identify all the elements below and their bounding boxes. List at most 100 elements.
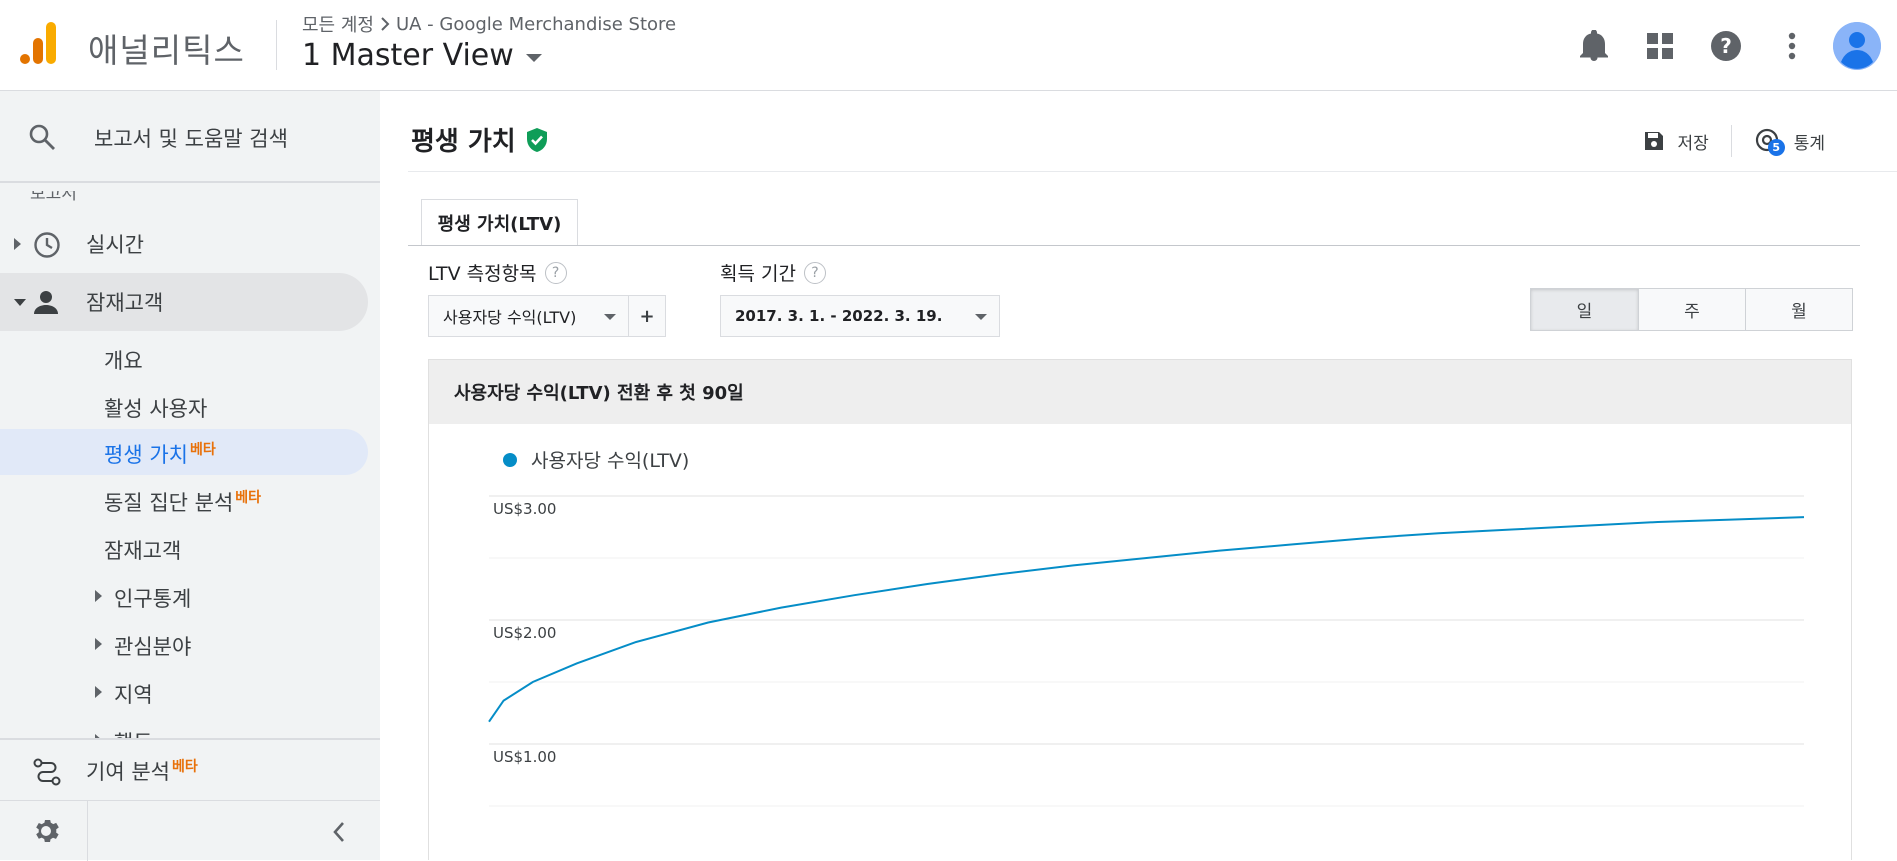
- collapse-sidebar-icon[interactable]: [332, 821, 346, 843]
- help-icon: ?: [1711, 30, 1741, 61]
- more-options-button[interactable]: [1759, 13, 1825, 79]
- ltv-metric-label-row: LTV 측정항목 ?: [428, 259, 567, 286]
- bell-icon: [1580, 29, 1608, 61]
- person-icon: [34, 291, 58, 314]
- caret-right-icon: [95, 686, 102, 698]
- sidebar-sub-label: 인구통계: [114, 587, 192, 611]
- notifications-button[interactable]: [1561, 13, 1627, 79]
- apps-button[interactable]: [1627, 13, 1693, 79]
- verified-shield-icon: [526, 127, 547, 152]
- granularity-day-button[interactable]: 일: [1531, 289, 1638, 330]
- caret-right-icon: [95, 638, 102, 650]
- granularity-month-button[interactable]: 월: [1745, 289, 1852, 330]
- sidebar-sub-interests[interactable]: 관심분야: [0, 621, 368, 667]
- sidebar-sub-label: 동질 집단 분석: [104, 491, 234, 515]
- ltv-metric-dropdown[interactable]: 사용자당 수익(LTV): [428, 295, 629, 337]
- sidebar-item-realtime[interactable]: 실시간: [0, 215, 368, 273]
- help-question-icon[interactable]: ?: [803, 261, 826, 284]
- chart-legend[interactable]: 사용자당 수익(LTV): [503, 446, 689, 473]
- breadcrumb-property[interactable]: UA - Google Merchandise Store: [396, 14, 676, 35]
- chevron-right-icon: [381, 17, 390, 31]
- line-chart[interactable]: US$3.00 US$2.00 US$1.00: [429, 480, 1851, 861]
- sidebar-item-label: 잠재고객: [86, 291, 164, 315]
- sidebar-sub-active-users[interactable]: 활성 사용자: [0, 383, 368, 429]
- acq-label-row: 획득 기간 ?: [720, 259, 826, 286]
- app-name: 애널리틱스: [88, 31, 245, 70]
- sidebar-sub-audiences[interactable]: 잠재고객: [0, 525, 368, 571]
- report-actions: 저장 5 통계: [1621, 125, 1847, 157]
- page-title-row: 평생 가치: [411, 121, 548, 158]
- sidebar-item-audience[interactable]: 잠재고객: [0, 273, 368, 331]
- top-icons: ?: [1561, 0, 1897, 91]
- view-name: 1 Master View: [302, 38, 514, 73]
- y-tick-label: US$3.00: [493, 500, 556, 518]
- sidebar-sub-cohort[interactable]: 동질 집단 분석 베타: [0, 477, 368, 523]
- save-label: 저장: [1677, 133, 1709, 154]
- chart-panel: 사용자당 수익(LTV) 전환 후 첫 90일 사용자당 수익(LTV) US$…: [428, 359, 1852, 860]
- view-selector[interactable]: 1 Master View: [302, 38, 542, 73]
- gear-icon[interactable]: [32, 817, 60, 845]
- y-tick-label: US$1.00: [493, 748, 556, 766]
- sidebar-sub-behavior[interactable]: 행동: [0, 717, 368, 738]
- sidebar-item-attribution[interactable]: 기여 분석 베타: [0, 742, 368, 800]
- header-divider: [276, 20, 277, 70]
- sidebar-sub-demographics[interactable]: 인구통계: [0, 573, 368, 619]
- chevron-down-icon: [525, 53, 542, 62]
- beta-badge: 베타: [235, 490, 262, 506]
- sidebar-sub-overview[interactable]: 개요: [0, 335, 368, 381]
- insights-count-badge: 5: [1767, 139, 1785, 156]
- sidebar-sub-label: 개요: [104, 349, 143, 373]
- sidebar-item-label: 기여 분석: [86, 760, 170, 784]
- sidebar-divider: [0, 738, 380, 740]
- analytics-logo-icon[interactable]: [18, 20, 60, 66]
- legend-dot: [503, 452, 517, 467]
- granularity-toggle: 일 주 월: [1530, 288, 1853, 331]
- top-bar: 애널리틱스 모든 계정 UA - Google Merchandise Stor…: [0, 0, 1897, 91]
- ltv-metric-value: 사용자당 수익(LTV): [443, 308, 577, 327]
- caret-right-icon: [14, 238, 21, 250]
- footer-divider: [87, 801, 88, 861]
- insights-button[interactable]: 5 통계: [1732, 127, 1847, 156]
- search-icon: [29, 124, 55, 150]
- add-metric-button[interactable]: +: [628, 295, 666, 337]
- page-title: 평생 가치: [411, 127, 516, 157]
- sidebar-divider: [0, 181, 380, 183]
- sidebar-item-label: 실시간: [86, 233, 144, 257]
- sidebar-sub-label: 지역: [114, 683, 153, 707]
- sidebar-sub-lifetime-value[interactable]: 평생 가치 베타: [0, 429, 368, 475]
- ltv-metric-label: LTV 측정항목: [428, 263, 537, 285]
- sidebar-sub-label: 활성 사용자: [104, 397, 208, 421]
- sidebar: 보고서 및 도움말 검색 보고서 실시간 잠재고객 개요 활성 사용자 평생 가…: [0, 91, 380, 861]
- beta-badge: 베타: [171, 759, 198, 775]
- insights-icon-wrap: 5: [1754, 127, 1785, 156]
- apps-grid-icon: [1647, 32, 1673, 59]
- series-line[interactable]: [488, 516, 1805, 723]
- sidebar-sub-label: 잠재고객: [104, 539, 182, 563]
- y-tick-label: US$2.00: [493, 624, 556, 642]
- breadcrumb-all-accounts[interactable]: 모든 계정: [302, 11, 374, 37]
- sidebar-sub-label: 행동: [114, 727, 153, 738]
- title-divider: [408, 171, 1897, 172]
- insights-label: 통계: [1793, 133, 1825, 154]
- search-label: 보고서 및 도움말 검색: [94, 127, 288, 151]
- user-avatar-icon: [1833, 21, 1881, 70]
- account-avatar[interactable]: [1833, 21, 1881, 70]
- sidebar-sub-label: 평생 가치: [104, 443, 188, 467]
- breadcrumb[interactable]: 모든 계정 UA - Google Merchandise Store: [302, 11, 676, 37]
- sidebar-sub-geo[interactable]: 지역: [0, 669, 368, 715]
- sidebar-sub-label: 관심분야: [114, 635, 192, 659]
- save-icon: [1645, 132, 1664, 150]
- legend-label: 사용자당 수익(LTV): [531, 450, 690, 472]
- chevron-down-icon: [604, 314, 616, 320]
- attribution-path-icon: [33, 758, 61, 786]
- main-content: 평생 가치 저장 5 통계 평생 가치(LTV) LTV 측정항목 ? 사용자당…: [380, 91, 1897, 860]
- save-button[interactable]: 저장: [1621, 129, 1730, 154]
- granularity-week-button[interactable]: 주: [1638, 289, 1745, 330]
- acq-date-range-dropdown[interactable]: 2017. 3. 1. - 2022. 3. 19.: [720, 295, 1000, 337]
- help-question-icon[interactable]: ?: [544, 261, 567, 284]
- svg-text:?: ?: [1720, 34, 1732, 58]
- help-button[interactable]: ?: [1693, 13, 1759, 79]
- tab-ltv[interactable]: 평생 가치(LTV): [421, 199, 578, 246]
- tab-underline: [408, 245, 1860, 246]
- sidebar-search[interactable]: 보고서 및 도움말 검색: [0, 91, 380, 181]
